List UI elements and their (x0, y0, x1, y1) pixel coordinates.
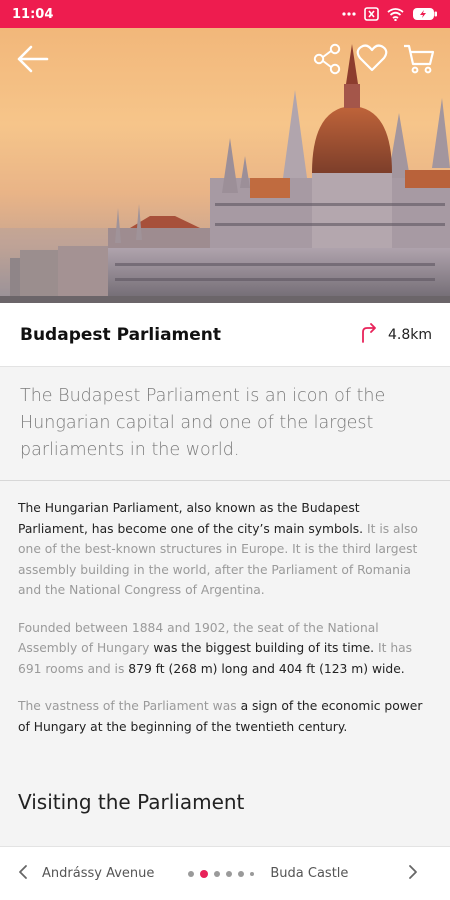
wifi-icon (387, 7, 404, 21)
back-arrow-icon (14, 42, 50, 76)
page-dot (188, 870, 195, 877)
bottom-navigation: Andrássy Avenue Buda Castle (0, 846, 450, 900)
next-place-label: Buda Castle (270, 866, 349, 881)
page-dot (226, 870, 233, 877)
section-heading: Visiting the Parliament (18, 790, 245, 814)
paragraph-segment: The vastness of the Parliament was (18, 699, 241, 713)
page-dot-active (200, 869, 209, 878)
status-time: 11:04 (12, 6, 54, 22)
page-indicator (188, 869, 255, 878)
dots-icon (342, 11, 356, 17)
paragraph: Founded between 1884 and 1902, the seat … (18, 618, 432, 680)
next-place-button[interactable]: Buda Castle (270, 864, 418, 884)
lead-text: The Budapest Parliament is an icon of th… (0, 368, 450, 481)
chevron-left-icon (18, 864, 28, 884)
place-header: Budapest Parliament 4.8km (0, 303, 450, 367)
page-dot (250, 871, 255, 876)
paragraph-segment: The Hungarian Parliament, also known as … (18, 501, 364, 536)
share-button[interactable] (312, 42, 342, 76)
distance-info[interactable]: 4.8km (360, 322, 432, 347)
place-title: Budapest Parliament (20, 324, 222, 345)
previous-place-button[interactable]: Andrássy Avenue (18, 864, 154, 884)
heart-icon (356, 42, 388, 74)
share-icon (312, 42, 342, 76)
status-bar: 11:04 (0, 0, 450, 28)
cart-icon (402, 42, 436, 76)
previous-place-label: Andrássy Avenue (42, 866, 155, 881)
battery-icon (412, 7, 438, 21)
close-box-icon (364, 7, 379, 21)
paragraph-segment: 879 ft (268 m) long and 404 ft (123 m) w… (128, 661, 405, 676)
chevron-right-icon (408, 864, 418, 884)
cart-button[interactable] (402, 42, 436, 76)
paragraph: The vastness of the Parliament was a sig… (18, 696, 432, 737)
description: The Hungarian Parliament, also known as … (0, 498, 450, 754)
page-dot (238, 870, 245, 877)
turn-right-icon (360, 322, 378, 347)
back-button[interactable] (14, 42, 50, 76)
favorite-button[interactable] (356, 42, 388, 74)
status-icons (342, 7, 438, 21)
page-dot (214, 870, 221, 877)
paragraph-segment: was the biggest building of its time. (153, 641, 375, 655)
hero-image (0, 28, 450, 303)
paragraph: The Hungarian Parliament, also known as … (18, 498, 432, 601)
distance-value: 4.8km (387, 326, 432, 343)
